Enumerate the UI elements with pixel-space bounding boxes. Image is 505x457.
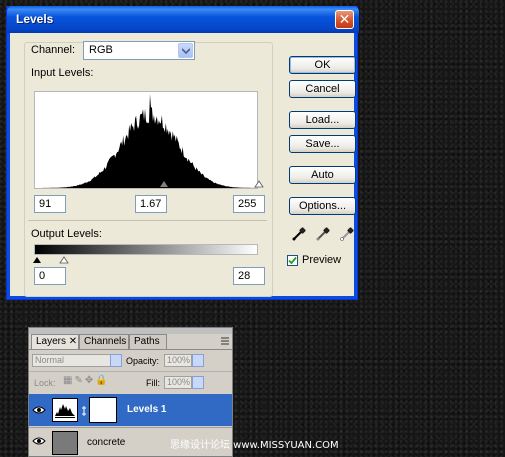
lock-label: Lock: (34, 378, 56, 388)
input-slider-track[interactable] (34, 179, 264, 189)
chevron-down-icon[interactable] (110, 354, 122, 367)
preview-checkbox[interactable] (287, 255, 298, 266)
histogram (34, 91, 258, 189)
output-levels-label: Output Levels: (31, 228, 102, 240)
watermark: 思缘设计论坛 www.MISSYUAN.COM (170, 440, 339, 451)
layer-name: Levels 1 (127, 404, 167, 415)
input-black-field[interactable]: 91 (34, 195, 66, 213)
input-levels-label: Input Levels: (31, 67, 94, 79)
tab-channels[interactable]: Channels (79, 334, 129, 349)
layer-mask-thumbnail[interactable] (89, 397, 117, 423)
eye-icon[interactable] (32, 403, 46, 417)
dialog-title: Levels (16, 12, 54, 26)
divider (29, 349, 232, 350)
divider (29, 371, 232, 372)
layer-row[interactable]: Levels 1 (29, 394, 232, 426)
input-black-slider (116, 181, 124, 187)
input-white-slider (254, 180, 264, 188)
title-bar[interactable]: Levels ✕ (7, 6, 359, 33)
checkmark-icon (288, 256, 297, 265)
lock-icons[interactable]: ▦✎✥🔒 (63, 375, 110, 386)
output-white-slider (59, 256, 69, 264)
tab-paths[interactable]: Paths (129, 334, 167, 349)
chevron-down-icon[interactable] (178, 43, 193, 58)
eye-icon[interactable] (32, 434, 46, 448)
layer-name: concrete (87, 437, 126, 448)
dialog-body: Channel: RGB Input Levels: 91 1.67 255 O… (11, 33, 356, 297)
levels-adjustment-icon (52, 398, 78, 422)
options-button[interactable]: Options... (289, 197, 356, 215)
output-white-field[interactable]: 28 (233, 267, 265, 285)
tab-layers[interactable]: Layers ✕ (31, 334, 79, 349)
histogram-curve (35, 93, 257, 188)
channel-label: Channel: (31, 44, 76, 56)
close-icon[interactable]: ✕ (335, 10, 354, 29)
chain-link-icon[interactable] (81, 406, 87, 416)
ok-button[interactable]: OK (289, 56, 356, 74)
layer-thumbnail (52, 431, 78, 455)
input-gamma-slider (160, 181, 168, 187)
load-button[interactable]: Load... (289, 111, 356, 129)
gray-eyedropper-icon[interactable] (315, 226, 331, 242)
close-tab-icon[interactable]: ✕ (69, 336, 77, 347)
auto-button[interactable]: Auto (289, 166, 356, 184)
divider (28, 220, 267, 221)
input-gamma-field[interactable]: 1.67 (135, 195, 167, 213)
fill-label: Fill: (146, 378, 160, 388)
levels-dialog: Levels ✕ Channel: RGB Input Levels: 91 1… (6, 6, 359, 300)
opacity-field[interactable]: 100% (164, 354, 192, 367)
preview-label: Preview (302, 254, 342, 266)
opacity-label: Opacity: (126, 356, 160, 366)
opacity-arrow-icon[interactable] (192, 354, 204, 367)
fill-arrow-icon[interactable] (192, 376, 204, 389)
tab-layers-label: Layers (36, 336, 67, 347)
output-black-field[interactable]: 0 (34, 267, 66, 285)
panel-menu-icon[interactable] (220, 336, 230, 346)
output-slider-track[interactable] (31, 255, 91, 265)
black-eyedropper-icon[interactable] (291, 226, 307, 242)
fill-field[interactable]: 100% (164, 376, 192, 389)
input-white-field[interactable]: 255 (233, 195, 265, 213)
blend-mode-value: Normal (35, 355, 65, 365)
save-button[interactable]: Save... (289, 135, 356, 153)
channel-select[interactable]: RGB (83, 41, 195, 60)
white-eyedropper-icon[interactable] (339, 226, 355, 242)
cancel-button[interactable]: Cancel (289, 80, 356, 98)
blend-mode-select[interactable]: Normal (32, 354, 122, 367)
output-gradient (34, 244, 258, 255)
channel-value: RGB (89, 44, 113, 56)
output-black-slider (33, 257, 41, 263)
